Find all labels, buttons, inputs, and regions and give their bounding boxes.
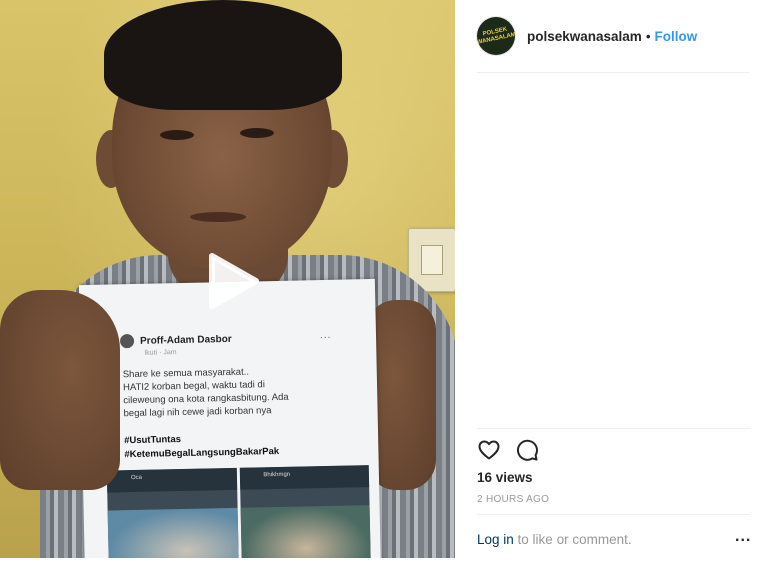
person-hand-left xyxy=(0,290,120,490)
post-side-panel: POLSEK WANASALAM polsekwanasalam • Follo… xyxy=(455,0,768,564)
username-link[interactable]: polsekwanasalam xyxy=(527,29,642,44)
paper-post-body: Share ke semua masyarakat.. HATI2 korban… xyxy=(122,366,289,420)
comment-divider xyxy=(477,514,750,515)
header-separator: • xyxy=(645,28,651,44)
post-header: POLSEK WANASALAM polsekwanasalam • Follo… xyxy=(477,16,750,56)
post-timestamp: 2 HOURS AGO xyxy=(477,494,550,505)
person-mouth xyxy=(190,212,246,222)
heart-icon[interactable] xyxy=(477,438,501,462)
person-eye-left xyxy=(160,130,194,140)
paper-avatar xyxy=(119,333,135,349)
held-paper: Proff-Adam Dasbor Ikuti · Jam ... Share … xyxy=(78,278,382,558)
paper-hashtags: #UsutTuntas #KetemuBegalLangsungBakarPak xyxy=(124,434,280,461)
play-button[interactable] xyxy=(200,250,262,312)
avatar-logo: POLSEK WANASALAM xyxy=(477,26,515,46)
view-count: 16 views xyxy=(477,470,533,485)
action-bar xyxy=(477,438,539,462)
paper-thumbnail-left: Oca xyxy=(106,467,239,558)
paper-thumbnail-right: Bhikhmgn xyxy=(239,465,372,558)
paper-more-icon: ... xyxy=(319,329,332,342)
header-divider xyxy=(477,72,750,73)
login-link[interactable]: Log in xyxy=(477,532,514,547)
person-hair xyxy=(104,0,342,110)
paper-author: Proff-Adam Dasbor xyxy=(139,333,232,347)
paper-thumbnails: Oca Bhikhmgn xyxy=(106,465,372,558)
comment-icon[interactable] xyxy=(515,438,539,462)
avatar[interactable]: POLSEK WANASALAM xyxy=(477,17,515,55)
follow-button[interactable]: Follow xyxy=(655,29,698,44)
person-eye-right xyxy=(240,128,274,138)
login-prompt: Log in to like or comment. xyxy=(477,532,632,547)
post-media[interactable]: Proff-Adam Dasbor Ikuti · Jam ... Share … xyxy=(0,0,455,558)
thumbnail-right-name: Bhikhmgn xyxy=(263,471,291,479)
actions-divider xyxy=(477,428,750,429)
play-icon xyxy=(209,253,259,309)
login-prompt-text: to like or comment. xyxy=(513,532,632,547)
paper-meta: Ikuti · Jam xyxy=(144,349,177,357)
more-options-icon[interactable]: ... xyxy=(735,529,751,545)
thumbnail-left-name: Oca xyxy=(130,474,143,482)
paper-post-header: Proff-Adam Dasbor xyxy=(119,332,232,349)
